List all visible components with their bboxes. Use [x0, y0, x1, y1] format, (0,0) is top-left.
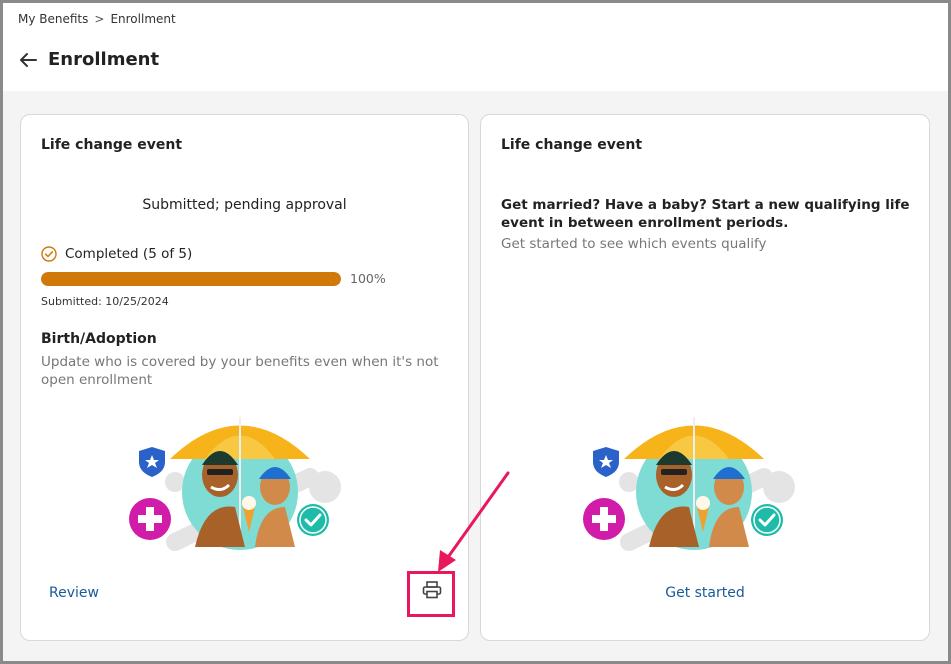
annotation-arrow-icon	[438, 471, 510, 572]
progress-fill	[41, 271, 341, 286]
breadcrumb-enrollment: Enrollment	[110, 12, 176, 26]
review-link[interactable]: Review	[49, 585, 99, 601]
page-title: Enrollment	[48, 49, 160, 70]
breadcrumb: My Benefits > Enrollment	[18, 12, 176, 26]
submitted-date: Submitted: 10/25/2024	[41, 295, 169, 308]
app-frame: My Benefits > Enrollment Enrollment Life…	[3, 3, 948, 661]
header: My Benefits > Enrollment Enrollment	[3, 3, 948, 91]
completed-row: Completed (5 of 5)	[41, 246, 192, 262]
event-title: Birth/Adoption	[41, 331, 157, 347]
beach-illustration	[129, 417, 341, 551]
completed-label: Completed (5 of 5)	[65, 246, 193, 262]
beach-illustration	[583, 417, 795, 551]
life-event-card-start: Life change event Get married? Have a ba…	[480, 114, 930, 641]
back-arrow-icon[interactable]	[18, 50, 38, 70]
breadcrumb-my-benefits[interactable]: My Benefits	[18, 12, 88, 26]
life-event-card-submitted: Life change event Submitted; pending app…	[20, 114, 469, 641]
event-description: Update who is covered by your benefits e…	[41, 354, 439, 388]
progress-row: 100%	[41, 271, 386, 286]
progress-bar	[41, 271, 341, 286]
get-started-link[interactable]: Get started	[481, 585, 929, 601]
check-circle-icon	[41, 246, 57, 262]
title-row: Enrollment	[18, 49, 159, 70]
card-heading: Life change event	[41, 137, 183, 153]
card-heading: Life change event	[501, 137, 643, 153]
breadcrumb-separator: >	[94, 12, 105, 26]
progress-percent: 100%	[350, 271, 386, 286]
annotation-highlight-box	[407, 571, 455, 617]
status-text: Submitted; pending approval	[142, 197, 347, 213]
life-event-subtext: Get started to see which events qualify	[501, 236, 767, 252]
life-event-headline: Get married? Have a baby? Start a new qu…	[501, 197, 910, 231]
